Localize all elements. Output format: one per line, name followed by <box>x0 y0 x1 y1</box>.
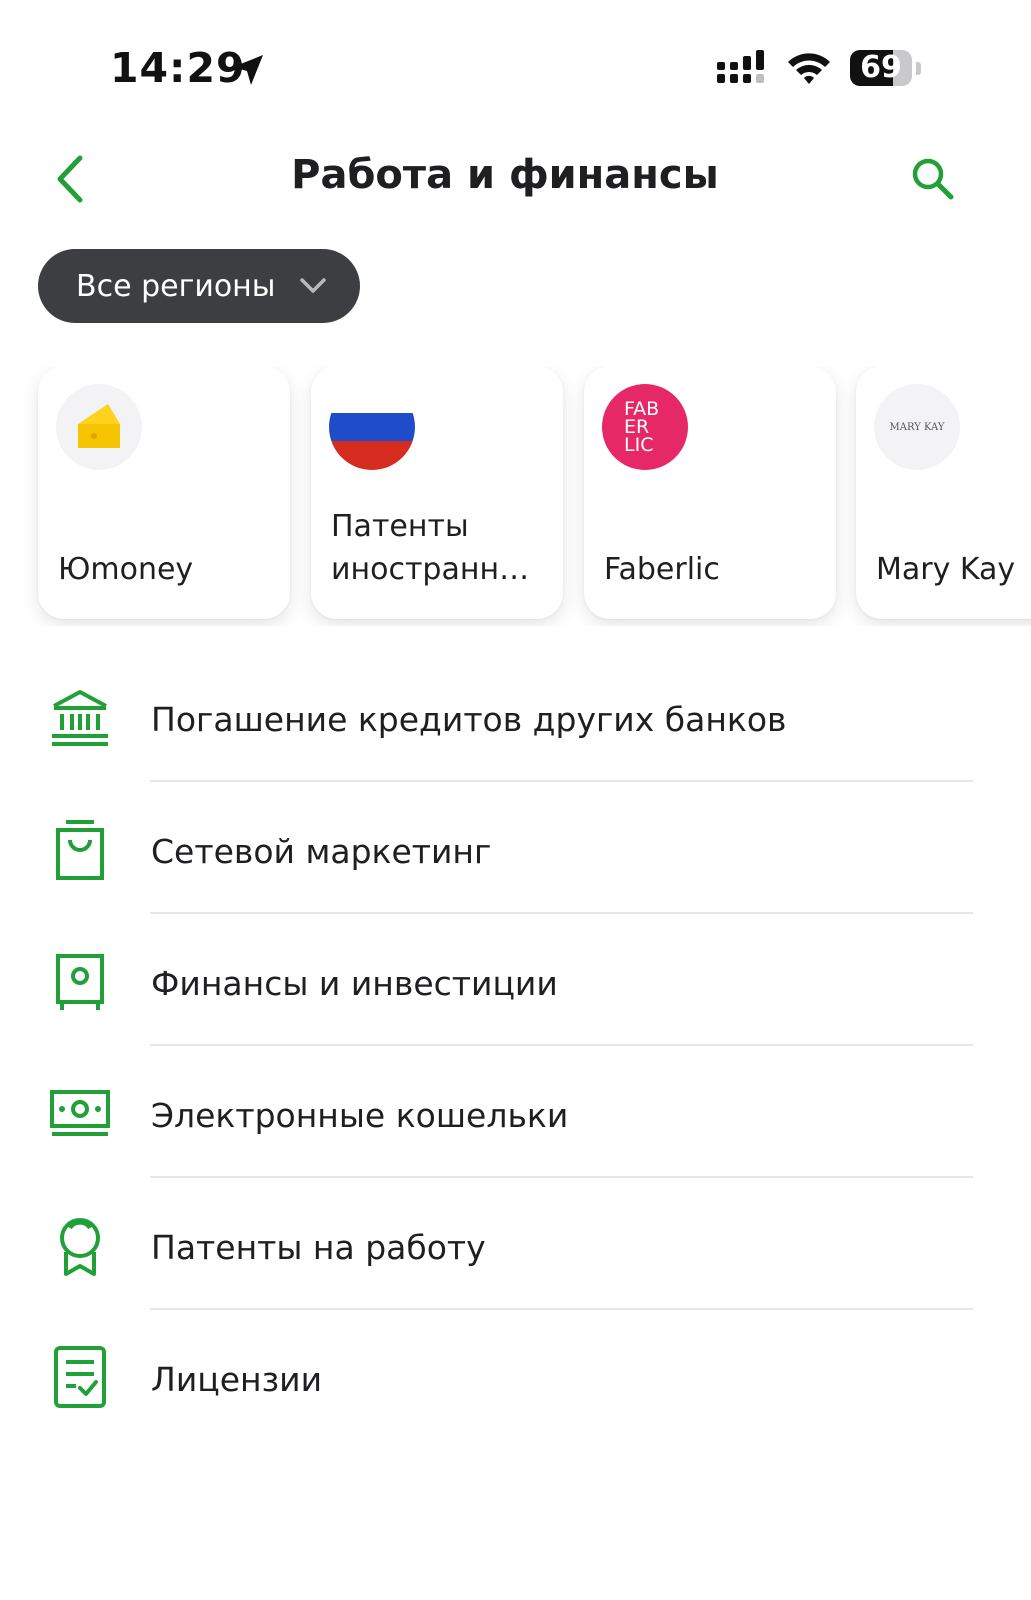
card-faberlic[interactable]: FAB ER LIC Faberlic <box>584 366 836 619</box>
faberlic-logo: FAB ER LIC <box>602 384 688 470</box>
card-label-line1: Патенты <box>331 509 469 544</box>
card-mary-kay[interactable]: MARY KAY Mary Kay <box>856 366 1031 619</box>
status-time: 14:29 <box>110 44 246 92</box>
location-arrow-icon <box>233 55 263 85</box>
banknote-icon <box>50 1090 110 1136</box>
chevron-left-icon <box>57 155 83 203</box>
svg-text:MARY KAY: MARY KAY <box>890 422 945 433</box>
list-item-licenses[interactable]: Лицензии <box>0 1316 1031 1447</box>
list-item-loan-repayment[interactable]: Погашение кредитов других банков <box>0 656 1031 787</box>
wifi-icon <box>788 53 830 84</box>
page-title: Работа и финансы <box>291 152 719 198</box>
list-item-label: Лицензии <box>151 1360 323 1399</box>
list-item-label: Финансы и инвестиции <box>151 964 558 1003</box>
divider <box>150 780 973 782</box>
shopping-bag-icon <box>56 820 104 880</box>
search-icon <box>912 158 954 200</box>
card-patents-foreign[interactable]: Патенты иностранны... <box>311 366 563 619</box>
list-item-label: Сетевой маркетинг <box>151 832 492 871</box>
status-bar: 14:29 69 <box>0 0 1031 130</box>
divider <box>150 912 973 914</box>
award-badge-icon <box>60 1218 100 1276</box>
divider <box>150 1044 973 1046</box>
cellular-signal-icon <box>717 50 764 83</box>
back-button[interactable] <box>40 148 100 210</box>
list-item-label: Электронные кошельки <box>151 1096 569 1135</box>
divider <box>150 1176 973 1178</box>
chevron-down-icon <box>300 278 326 293</box>
battery-icon: 69 <box>850 50 912 86</box>
card-label: Mary Kay <box>876 552 1016 587</box>
service-cards-carousel[interactable]: Юmoney Патенты иностранны... FAB ER LIC … <box>0 366 1031 626</box>
card-label: Faberlic <box>604 552 720 587</box>
list-item-label: Погашение кредитов других банков <box>151 700 787 739</box>
card-label: Юmoney <box>58 552 194 587</box>
battery-level: 69 <box>860 50 902 85</box>
region-filter-label: Все регионы <box>76 268 276 304</box>
card-yoomoney[interactable]: Юmoney <box>38 366 290 619</box>
divider <box>150 1308 973 1310</box>
mary-kay-logo: MARY KAY <box>874 384 960 470</box>
safe-icon <box>56 954 104 1010</box>
card-label: Патенты иностранны... <box>331 505 549 591</box>
list-item-label: Патенты на работу <box>151 1228 486 1267</box>
bank-icon <box>52 690 108 746</box>
search-button[interactable] <box>902 148 964 210</box>
svg-text:LIC: LIC <box>624 434 653 456</box>
list-item-e-wallets[interactable]: Электронные кошельки <box>0 1052 1031 1183</box>
russia-flag-logo <box>329 384 415 470</box>
list-item-network-marketing[interactable]: Сетевой маркетинг <box>0 788 1031 919</box>
list-item-work-patents[interactable]: Патенты на работу <box>0 1184 1031 1315</box>
card-label-line2: иностранны... <box>331 552 549 587</box>
battery-cap <box>916 62 921 75</box>
yoomoney-logo <box>56 384 142 470</box>
screen: 14:29 69 Работа и финансы Все регионы Юm… <box>0 0 1031 1600</box>
list-item-finance-investments[interactable]: Финансы и инвестиции <box>0 920 1031 1051</box>
document-check-icon <box>54 1346 106 1408</box>
